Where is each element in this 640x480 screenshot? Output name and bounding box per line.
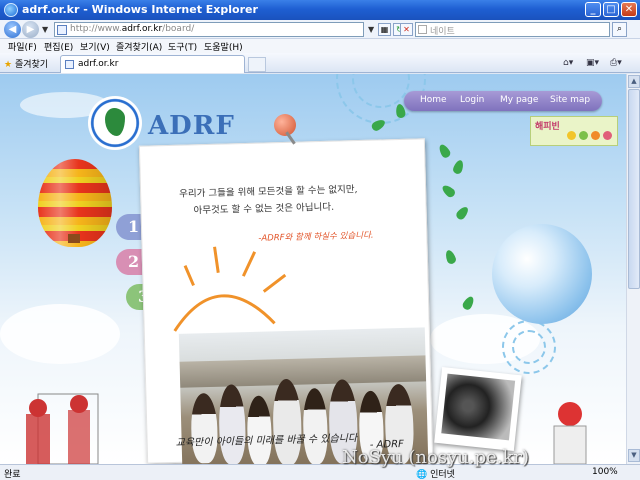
search-input[interactable]: 네이트 [415,22,610,37]
bird-icon [603,131,612,140]
photo-child [302,387,329,464]
home-icon[interactable]: ⌂▾ [563,58,573,68]
leaf-decoration [440,183,457,199]
menu-bar: 파일(F) 편집(E) 보기(V) 즐겨찾기(A) 도구(T) 도움말(H) [0,39,640,53]
page-icon [65,60,74,69]
tab-adrf[interactable]: adrf.or.kr [60,55,245,73]
url-dropdown-icon[interactable]: ▼ [368,25,374,34]
leaf-decoration [454,204,471,222]
nav-my-page[interactable]: My page [500,95,538,105]
top-navigation: Home Login My page Site map [404,91,602,111]
back-button[interactable]: ◀ [4,21,21,38]
address-bar: ◀ ▶ ▼ http://www.adrf.or.kr/board/ ▼ ▦ ↻… [0,20,640,39]
status-text: 완료 [4,470,21,480]
leaf-decoration [437,142,452,160]
scroll-up-icon[interactable]: ▲ [628,75,640,88]
leaf-decoration [451,158,466,176]
maximize-button[interactable]: □ [603,2,619,17]
stop-icon[interactable]: ✕ [400,23,413,36]
menu-tools[interactable]: 도구(T) [168,40,197,53]
small-photo-image [441,373,516,441]
menu-help[interactable]: 도움말(H) [204,40,243,53]
tab-label: adrf.or.kr [78,59,119,69]
earth-globe-image [492,224,592,324]
photo-child [272,378,303,464]
close-button[interactable]: ✕ [621,2,637,17]
figure-sketch [553,402,587,464]
photo-child [218,384,247,464]
menu-file[interactable]: 파일(F) [8,40,37,53]
menu-favorites[interactable]: 즐겨찾기(A) [116,40,162,53]
cloud [0,304,120,364]
pushpin-icon [274,114,296,136]
print-icon[interactable]: ⎙▾ [610,58,622,68]
security-zone: 🌐 인터넷 [416,470,455,480]
sun-drawing [173,246,287,332]
nav-site-map[interactable]: Site map [550,95,590,105]
message-line-1: 우리가 그들을 위해 모든것을 할 수는 없지만, [179,184,358,200]
minimize-button[interactable]: _ [585,2,601,17]
bird-icon [567,131,576,140]
watermark-text: NoSyu (nosyu.pe.kr) [342,447,530,468]
url-text: http://www.adrf.or.kr/board/ [70,24,195,34]
photo-building [179,355,427,388]
photo-child [190,392,219,464]
title-bar: adrf.or.kr - Windows Internet Explorer _… [0,0,640,20]
url-field[interactable]: http://www.adrf.or.kr/board/ [54,22,364,37]
main-polaroid: 우리가 그들을 위해 모든것을 할 수는 없지만, 아무것도 할 수 없는 것은… [138,138,434,464]
search-icon[interactable]: ⌕ [612,22,627,37]
swirl-decoration [512,330,546,364]
nav-home[interactable]: Home [420,95,447,105]
small-child-photo [434,367,522,451]
building-sketch [26,393,99,464]
favorites-button[interactable]: ★ 즐겨찾기 [4,57,48,70]
message-line-2: 아무것도 할 수 없는 것은 아닙니다. [193,201,335,217]
ie-icon [4,3,18,17]
photo-child [246,395,273,464]
logo-text: ADRF [148,111,235,141]
menu-edit[interactable]: 편집(E) [44,40,73,53]
feeds-icon[interactable]: ▣▾ [586,58,599,68]
new-tab-button[interactable] [248,57,266,72]
leaf-decoration [461,294,476,312]
scroll-thumb[interactable] [628,89,640,289]
status-bar: 완료 🌐 인터넷 100% [0,464,640,480]
forward-button[interactable]: ▶ [22,21,39,38]
search-placeholder: 네이트 [430,27,455,37]
compatibility-icon[interactable]: ▦ [378,23,391,36]
history-dropdown-icon[interactable]: ▼ [42,25,48,34]
search-provider-icon [418,25,427,34]
scroll-down-icon[interactable]: ▼ [628,449,640,462]
nav-login[interactable]: Login [460,95,484,105]
leaf-decoration [443,248,458,266]
page-icon [57,25,67,35]
menu-view[interactable]: 보기(V) [80,40,110,53]
balloon-basket [68,234,80,243]
bird-icon [579,131,588,140]
bird-icon [591,131,600,140]
page-content: ADRF Home Login My page Site map 해피빈 1 2… [0,74,626,464]
star-icon: ★ [4,60,13,70]
zoom-level[interactable]: 100% [592,467,618,477]
vertical-scrollbar[interactable]: ▲ ▼ [626,74,640,464]
tab-row: ★ 즐겨찾기 adrf.or.kr ⌂▾ ▣▾ ⎙▾ [0,53,640,73]
window-title: adrf.or.kr - Windows Internet Explorer [22,3,258,16]
happybean-badge[interactable]: 해피빈 [530,116,618,146]
badge-text: 해피빈 [535,122,560,132]
